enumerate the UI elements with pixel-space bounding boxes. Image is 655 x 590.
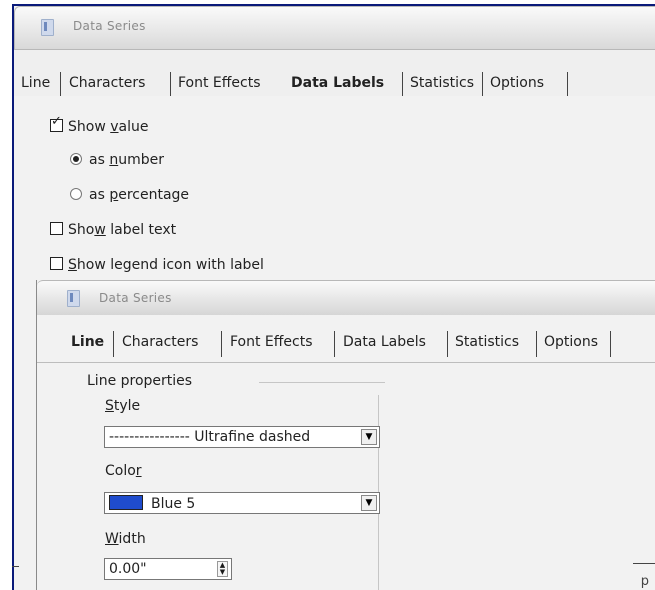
line-style-value: ---------------- Ultrafine dashed (109, 429, 311, 445)
tab-separator (610, 331, 611, 357)
show-label-text-label-b: label text (105, 222, 177, 238)
color-name: Blue 5 (151, 496, 196, 512)
tab-bar: Line Characters Font Effects Data Labels… (14, 50, 655, 98)
tab-separator (334, 331, 335, 357)
inner-tab-bar: Line Characters Font Effects Data Labels… (37, 314, 655, 363)
as-number-label-b: umber (118, 152, 164, 168)
chevron-down-icon[interactable]: ▼ (361, 495, 377, 511)
tab-separator (447, 331, 448, 357)
show-label-text-checkbox[interactable]: Show label text (50, 222, 176, 238)
document-icon (67, 290, 80, 307)
tab-separator (567, 72, 568, 98)
show-value-label-b: alue (118, 119, 149, 135)
check-icon: ✓ (51, 114, 62, 129)
tab-line[interactable]: Line (21, 75, 50, 91)
tab-separator (113, 331, 114, 357)
style-label-text: tyle (113, 398, 141, 414)
color-label: Color (105, 463, 142, 479)
as-percentage-label-a: as (89, 187, 110, 203)
chevron-down-icon[interactable]: ▼ (361, 429, 377, 445)
tab-statistics[interactable]: Statistics (410, 75, 474, 91)
tab-options[interactable]: Options (490, 75, 544, 91)
show-legend-icon-checkbox[interactable]: Show legend icon with label (50, 257, 264, 273)
line-color-dropdown[interactable]: Blue 5 ▼ (104, 492, 380, 514)
inner-tab-options[interactable]: Options (544, 334, 598, 350)
inner-data-series-dialog: Data Series Line Characters Font Effects… (36, 280, 655, 590)
show-value-mnemonic: v (110, 119, 119, 135)
checkbox-box (50, 257, 63, 270)
tab-separator (170, 72, 171, 98)
tab-separator (536, 331, 537, 357)
width-label: Width (105, 531, 146, 547)
cropped-text: p (640, 574, 649, 589)
style-label: Style (105, 398, 140, 414)
tab-separator (221, 331, 222, 357)
color-mnemonic: r (135, 463, 142, 479)
width-label-text: idth (118, 531, 146, 547)
show-label-text-label-a: Sho (68, 222, 95, 238)
inner-dialog-title: Data Series (99, 291, 172, 305)
width-value: 0.00" (109, 561, 147, 577)
checkbox-box (50, 222, 63, 235)
as-percentage-mnemonic: p (109, 187, 119, 203)
spin-arrows-icon[interactable]: ▲ ▼ (217, 561, 228, 577)
dialog-title: Data Series (73, 19, 146, 33)
style-mnemonic: S (105, 398, 114, 414)
color-swatch (109, 495, 143, 510)
tab-separator (402, 72, 403, 98)
show-legend-icon-label: how legend icon with label (76, 257, 264, 273)
color-label-text: Colo (105, 463, 136, 479)
as-percentage-label-b: ercentage (118, 187, 190, 203)
line-style-dropdown[interactable]: ---------------- Ultrafine dashed ▼ (104, 426, 380, 448)
tab-characters[interactable]: Characters (69, 75, 145, 91)
show-value-checkbox[interactable]: ✓ Show value (50, 115, 149, 135)
tab-separator (482, 72, 483, 98)
radio-circle (70, 153, 82, 165)
as-percentage-radio[interactable]: as percentage (70, 187, 189, 203)
width-spinbox[interactable]: 0.00" ▲ ▼ (104, 558, 232, 580)
inner-tab-font-effects[interactable]: Font Effects (230, 334, 313, 350)
radio-dot (73, 156, 79, 162)
inner-tab-data-labels[interactable]: Data Labels (343, 334, 426, 350)
inner-tab-line[interactable]: Line (71, 334, 104, 350)
as-number-label-a: as (89, 152, 110, 168)
tab-separator (60, 72, 61, 98)
inner-dialog-titlebar[interactable]: Data Series (37, 280, 655, 315)
group-divider (259, 382, 385, 383)
as-number-mnemonic: n (109, 152, 119, 168)
show-value-label-a: Show (68, 119, 111, 135)
tab-font-effects[interactable]: Font Effects (178, 75, 261, 91)
line-color-value: Blue 5 (109, 495, 195, 512)
line-properties-label: Line properties (87, 373, 193, 389)
inner-tab-characters[interactable]: Characters (122, 334, 198, 350)
inner-tab-statistics[interactable]: Statistics (455, 334, 519, 350)
tab-data-labels[interactable]: Data Labels (291, 75, 384, 91)
as-number-radio[interactable]: as number (70, 152, 164, 168)
frame-tick (12, 566, 19, 567)
show-legend-icon-mnemonic: S (68, 257, 77, 273)
panel-edge-line (633, 563, 655, 564)
radio-circle (70, 188, 82, 200)
checkbox-box: ✓ (50, 115, 63, 132)
width-mnemonic: W (105, 531, 119, 547)
dialog-titlebar[interactable]: Data Series (14, 6, 655, 50)
show-label-text-mnemonic: w (94, 222, 106, 238)
document-icon (41, 19, 54, 36)
